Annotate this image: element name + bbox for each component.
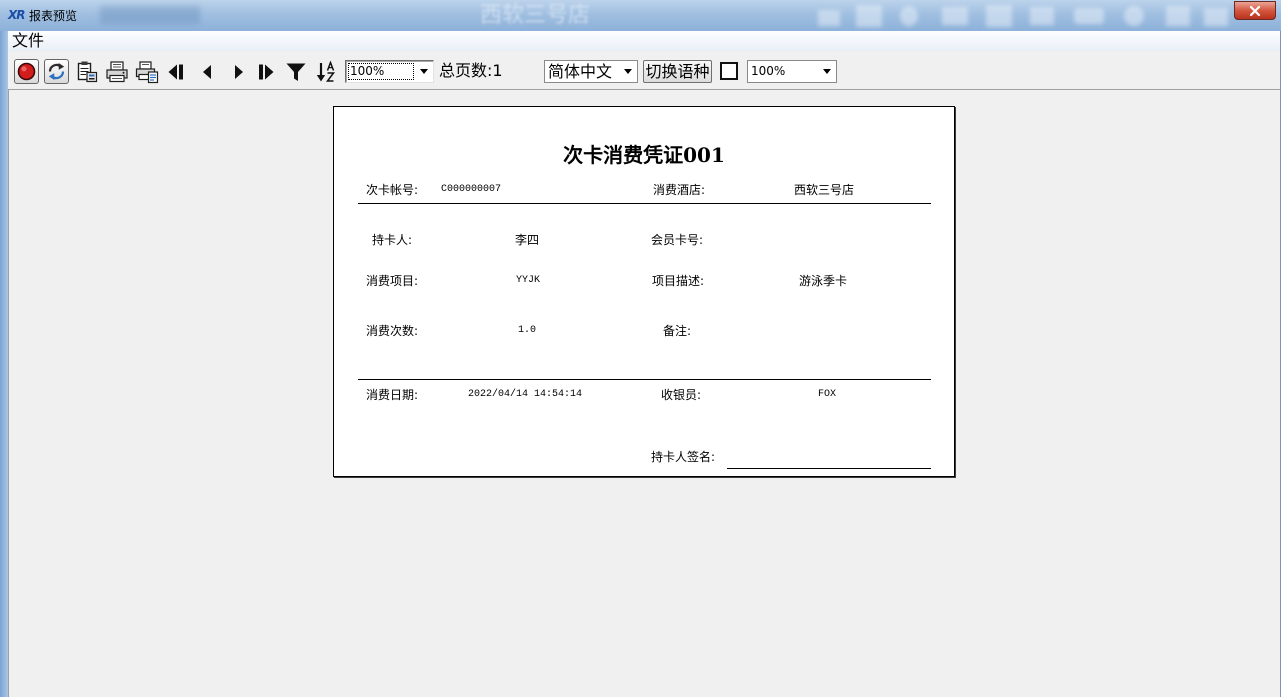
preview-area[interactable]: 次卡消费凭证001 次卡帐号: C000000007 消费酒店: 西软三号店 持…	[8, 89, 1280, 697]
report-page: 次卡消费凭证001 次卡帐号: C000000007 消费酒店: 西软三号店 持…	[333, 106, 955, 477]
titlebar-glass-reflection	[942, 7, 968, 25]
footer-divider	[358, 379, 931, 380]
cashier-value: FOX	[818, 389, 837, 400]
print-setup-button[interactable]	[134, 59, 159, 84]
titlebar-glass-reflection	[818, 10, 840, 26]
record-button[interactable]	[14, 59, 39, 84]
print-setup-icon	[135, 60, 158, 83]
titlebar-glass-reflection	[100, 6, 200, 24]
count-value: 1.0	[518, 325, 537, 336]
last-page-icon	[259, 64, 274, 79]
hotel-value: 西软三号店	[794, 183, 855, 197]
zoom-select-value: 100%	[348, 63, 414, 80]
toolbar: 100% 总页数:1 简体中文 切换语种 100%	[8, 51, 1280, 89]
titlebar-glass-reflection	[1166, 6, 1190, 26]
sort-button[interactable]	[315, 59, 337, 84]
cashier-label: 收银员:	[661, 388, 702, 402]
card-holder-label: 持卡人:	[372, 233, 413, 247]
date-value: 2022/04/14 14:54:14	[468, 389, 583, 400]
chevron-down-icon	[823, 69, 831, 74]
remark-label: 备注:	[663, 324, 692, 338]
titlebar-glass-reflection	[1204, 8, 1228, 26]
report-title: 次卡消费凭证001	[563, 143, 725, 167]
titlebar-glass-reflection	[1124, 6, 1144, 26]
member-card-no-label: 会员卡号:	[651, 233, 704, 247]
next-page-button[interactable]	[228, 59, 248, 84]
titlebar-glass-reflection	[1030, 7, 1054, 25]
sort-az-icon	[316, 60, 335, 82]
option-checkbox[interactable]	[720, 62, 738, 80]
zoom-select-secondary-value: 100%	[751, 64, 786, 78]
record-icon	[17, 62, 36, 81]
app-logo: XR	[8, 8, 25, 22]
chevron-down-icon	[420, 69, 428, 74]
export-icon	[77, 61, 97, 82]
titlebar-glass-reflection	[986, 5, 1012, 27]
titlebar-glass-reflection	[900, 6, 918, 26]
menu-file[interactable]: 文件	[11, 31, 45, 51]
first-page-button[interactable]	[166, 59, 186, 84]
export-button[interactable]	[74, 59, 99, 84]
hotel-label: 消费酒店:	[653, 183, 706, 197]
item-desc-value: 游泳季卡	[799, 274, 848, 288]
count-label: 消费次数:	[366, 324, 419, 338]
prev-page-icon	[203, 64, 211, 79]
card-account-label: 次卡帐号:	[366, 183, 419, 197]
header-divider	[358, 203, 931, 204]
window-frame-left	[0, 31, 8, 697]
zoom-select-secondary[interactable]: 100%	[747, 60, 837, 83]
close-icon	[1249, 5, 1261, 16]
signature-line	[727, 468, 931, 469]
date-label: 消费日期:	[366, 388, 419, 402]
refresh-icon	[48, 63, 65, 80]
close-button[interactable]	[1234, 1, 1276, 20]
switch-language-button[interactable]: 切换语种	[643, 60, 712, 83]
filter-button[interactable]	[285, 59, 307, 84]
titlebar-glass-reflection	[856, 5, 882, 27]
item-desc-label: 项目描述:	[652, 274, 705, 288]
language-select-value: 简体中文	[548, 62, 613, 81]
refresh-button[interactable]	[44, 59, 69, 84]
menu-bar: 文件	[8, 31, 1280, 51]
card-holder-value: 李四	[515, 233, 540, 247]
total-pages-label: 总页数:1	[439, 61, 503, 80]
card-account-value: C000000007	[441, 184, 502, 195]
last-page-button[interactable]	[256, 59, 276, 84]
titlebar-glass-reflection	[1074, 8, 1104, 24]
titlebar-glass-text: 西软三号店	[480, 3, 591, 28]
print-icon	[105, 60, 128, 82]
report-preview-window: 西软三号店 XR 报表预览 文件 100% 总页数:1 简体中文 切换语种 10…	[0, 0, 1281, 697]
language-select[interactable]: 简体中文	[544, 60, 638, 83]
filter-icon	[286, 63, 306, 81]
signature-label: 持卡人签名:	[651, 450, 716, 464]
zoom-select[interactable]: 100%	[345, 60, 434, 83]
chevron-down-icon	[624, 69, 632, 74]
title-bar[interactable]: 西软三号店 XR 报表预览	[0, 0, 1281, 31]
item-value: YYJK	[516, 275, 541, 286]
window-title: 报表预览	[29, 9, 78, 23]
print-button[interactable]	[104, 59, 129, 84]
next-page-icon	[235, 64, 243, 79]
first-page-icon	[168, 64, 183, 79]
prev-page-button[interactable]	[198, 59, 218, 84]
item-label: 消费项目:	[366, 274, 419, 288]
